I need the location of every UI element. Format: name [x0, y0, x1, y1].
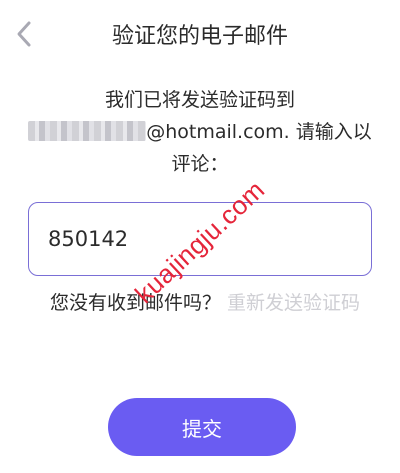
resend-code-link[interactable]: 重新发送验证码 [227, 292, 360, 314]
resend-row: 您没有收到邮件吗？ 重新发送验证码 [30, 286, 380, 320]
page-title: 验证您的电子邮件 [111, 24, 288, 49]
masked-email-local-part [28, 121, 147, 141]
instruction-prefix: 我们已将发送验证码到 [104, 89, 295, 111]
submit-button[interactable]: 提交 [108, 398, 296, 456]
email-domain: @hotmail.com [146, 121, 284, 143]
email-verification-screen: 验证您的电子邮件 我们已将发送验证码到 @hotmail.com. 请输入以评论… [0, 0, 400, 473]
verification-instruction: 我们已将发送验证码到 @hotmail.com. 请输入以评论： [28, 84, 372, 180]
verification-code-input[interactable] [28, 202, 372, 276]
resend-prompt: 您没有收到邮件吗？ [49, 292, 221, 314]
